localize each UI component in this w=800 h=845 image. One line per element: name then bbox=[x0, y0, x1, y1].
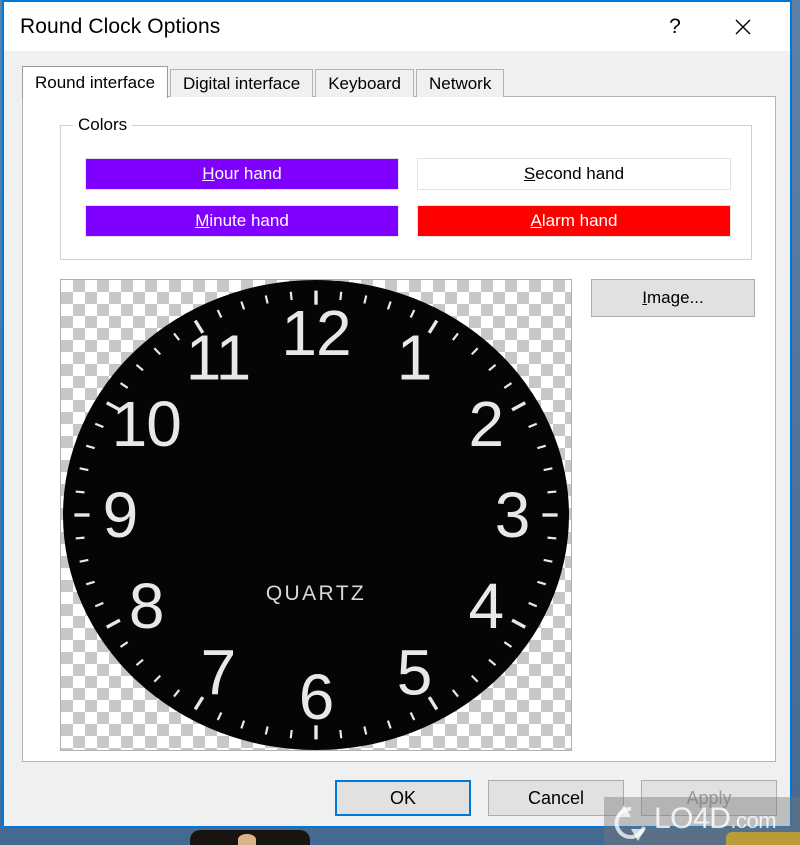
svg-text:2: 2 bbox=[469, 388, 504, 460]
hour-hand-color-button[interactable]: Hour hand bbox=[85, 158, 399, 190]
svg-text:5: 5 bbox=[397, 637, 432, 709]
second-hand-label: econd hand bbox=[535, 164, 625, 183]
clock-face-preview[interactable]: 1 2 3 4 5 6 7 8 9 10 11 12 QUARTZ bbox=[60, 279, 572, 751]
hour-hand-label: our hand bbox=[214, 164, 282, 183]
minute-hand-label: inute hand bbox=[209, 211, 289, 230]
tab-round-interface[interactable]: Round interface bbox=[22, 66, 169, 98]
tab-strip: Round interface Digital interface Keyboa… bbox=[22, 66, 776, 98]
hour-hand-accel: H bbox=[202, 164, 215, 183]
window-title: Round Clock Options bbox=[20, 15, 221, 38]
desktop-window-fragment bbox=[190, 830, 310, 845]
tab-network[interactable]: Network bbox=[415, 69, 505, 97]
tab-digital-interface[interactable]: Digital interface bbox=[170, 69, 314, 97]
close-icon bbox=[735, 19, 751, 34]
svg-text:4: 4 bbox=[469, 570, 504, 642]
alarm-hand-label: larm hand bbox=[541, 211, 618, 230]
dialog-footer: OK Cancel Apply bbox=[4, 780, 790, 824]
apply-button: Apply bbox=[641, 780, 777, 816]
ok-button[interactable]: OK bbox=[335, 780, 471, 816]
svg-text:12: 12 bbox=[281, 297, 350, 369]
image-button[interactable]: Image... bbox=[591, 279, 755, 317]
minute-hand-color-button[interactable]: Minute hand bbox=[85, 205, 399, 237]
close-button[interactable] bbox=[720, 2, 766, 51]
desktop-accent-fragment bbox=[726, 832, 800, 845]
svg-text:8: 8 bbox=[129, 570, 164, 642]
svg-text:3: 3 bbox=[495, 479, 530, 551]
colors-group-label: Colors bbox=[73, 115, 133, 135]
svg-text:6: 6 bbox=[299, 661, 334, 733]
round-clock-options-dialog: Round Clock Options ? Round interface Di… bbox=[2, 0, 792, 828]
second-hand-accel: S bbox=[523, 164, 536, 183]
svg-text:11: 11 bbox=[186, 321, 250, 393]
second-hand-color-button[interactable]: Second hand bbox=[417, 158, 731, 190]
svg-text:9: 9 bbox=[103, 479, 138, 551]
clock-face-image: 1234567891011 12 QUARTZ bbox=[63, 280, 569, 750]
image-button-label: mage... bbox=[647, 288, 704, 307]
help-button[interactable]: ? bbox=[652, 2, 698, 51]
alarm-hand-accel: A bbox=[530, 211, 542, 230]
cancel-button[interactable]: Cancel bbox=[488, 780, 624, 816]
colors-group-box: Colors Hour hand Minute hand Second hand… bbox=[60, 115, 752, 260]
svg-text:7: 7 bbox=[201, 637, 236, 709]
title-bar: Round Clock Options ? bbox=[4, 0, 790, 51]
tab-page-round-interface: Colors Hour hand Minute hand Second hand… bbox=[22, 96, 776, 762]
svg-text:10: 10 bbox=[112, 388, 181, 460]
tab-keyboard[interactable]: Keyboard bbox=[315, 69, 414, 97]
svg-text:1: 1 bbox=[397, 321, 432, 393]
minute-hand-accel: M bbox=[195, 211, 210, 230]
alarm-hand-color-button[interactable]: Alarm hand bbox=[417, 205, 731, 237]
svg-text:QUARTZ: QUARTZ bbox=[266, 582, 366, 605]
